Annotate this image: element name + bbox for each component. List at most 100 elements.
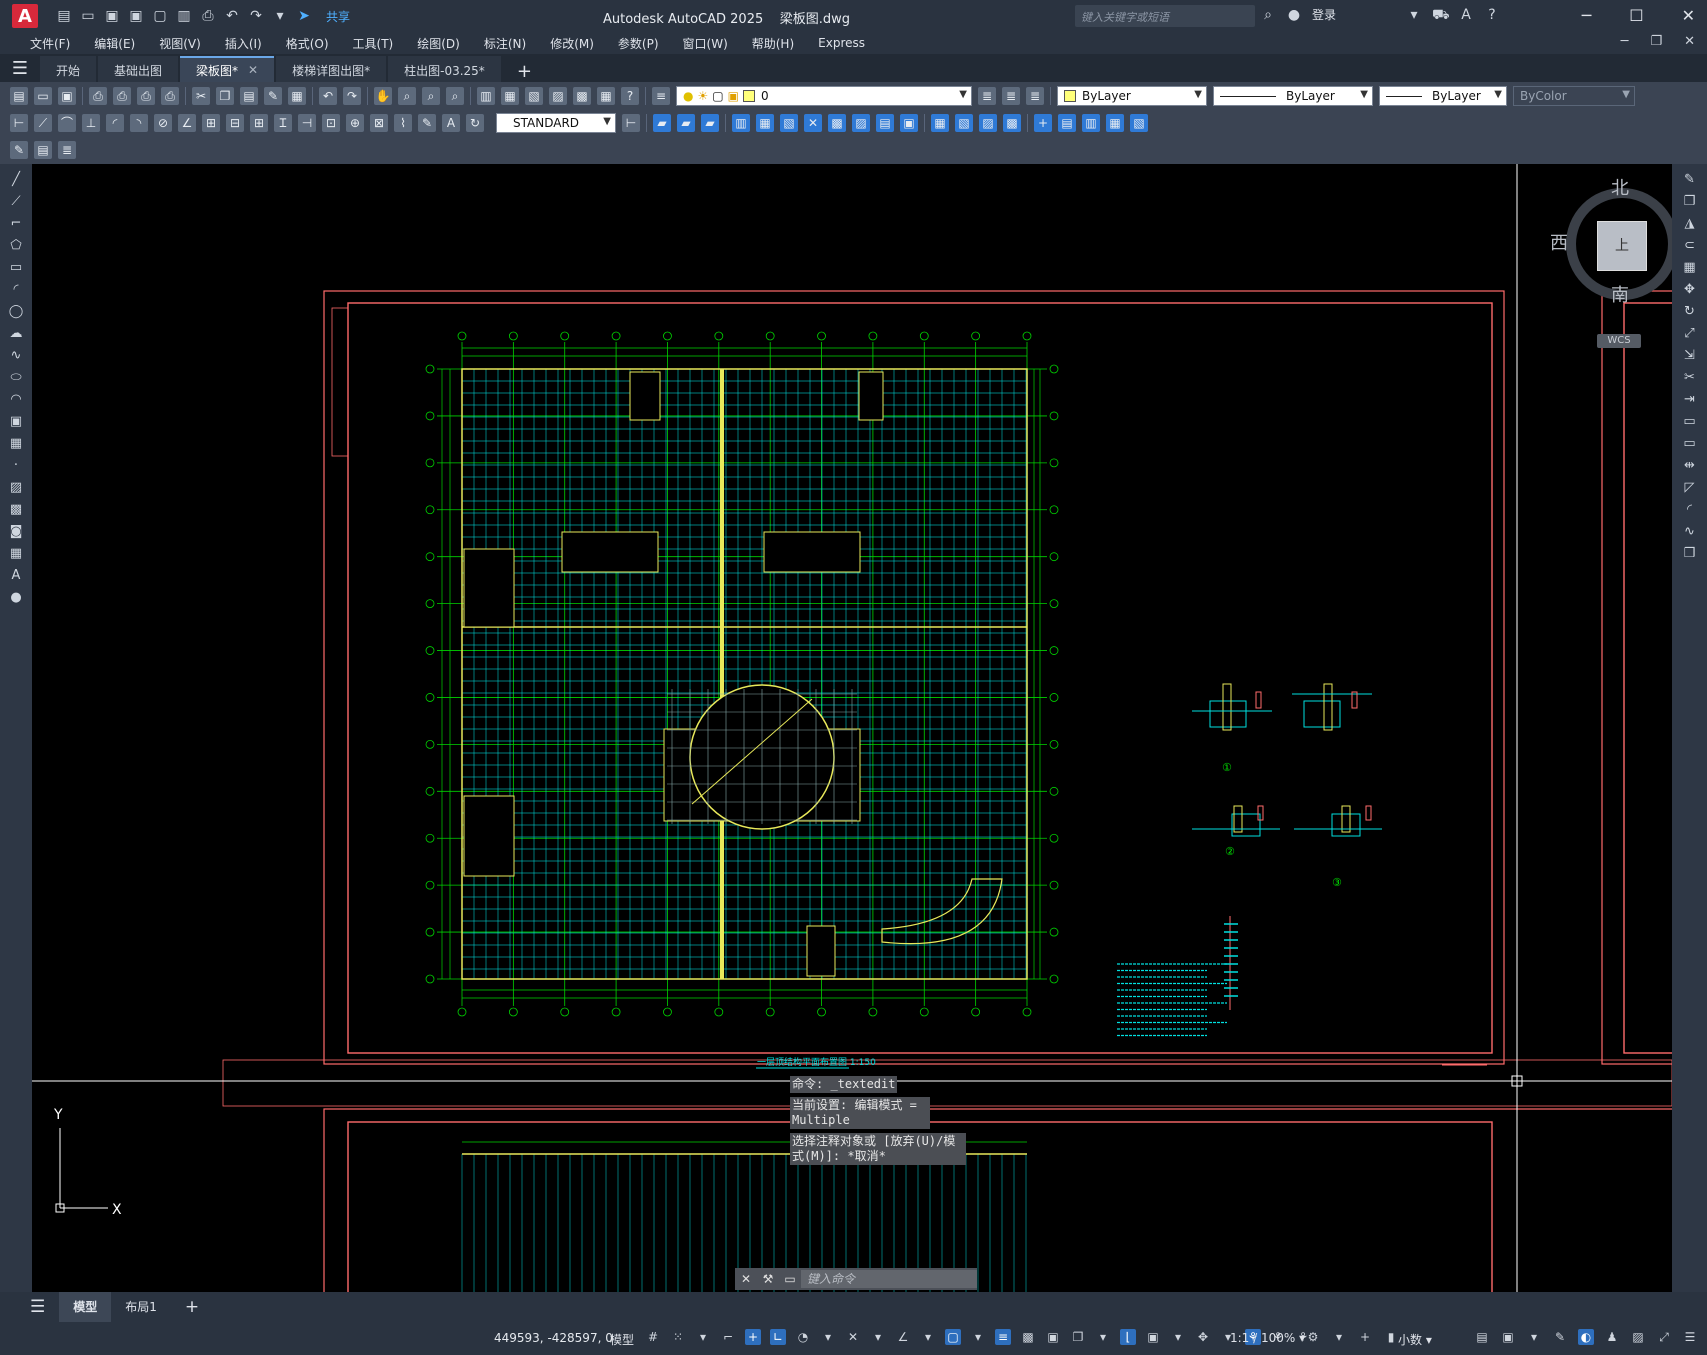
add-selected-icon[interactable]: +	[1034, 114, 1052, 132]
isolate-objects-icon[interactable]: ✎	[1552, 1329, 1568, 1345]
group-icon[interactable]: ▩	[828, 114, 846, 132]
cut-icon[interactable]: ✂	[192, 87, 210, 105]
menu-insert[interactable]: 插入(I)	[213, 35, 274, 52]
menu-dimension[interactable]: 标注(N)	[472, 35, 538, 52]
chevron-down-icon[interactable]: ▾	[970, 1329, 986, 1345]
diameter-dim-icon[interactable]: ⊘	[154, 114, 172, 132]
revision-cloud-icon[interactable]: ☁	[8, 326, 24, 342]
block-attribute-icon[interactable]: ▤	[34, 141, 52, 159]
ortho-icon[interactable]: ∟	[770, 1329, 786, 1345]
close-icon[interactable]: ✕	[735, 1272, 757, 1286]
viewcube[interactable]: 上 北 南 西 东	[1550, 174, 1672, 346]
chevron-down-icon[interactable]: ▾	[1170, 1329, 1186, 1345]
mirror-icon[interactable]: ◮	[1682, 216, 1698, 232]
make-block-icon[interactable]: ▦	[8, 436, 24, 452]
share-button[interactable]: 共享	[326, 8, 350, 25]
break-icon[interactable]: ▭	[1682, 436, 1698, 452]
break-at-point-icon[interactable]: ▭	[1682, 414, 1698, 430]
dimstyle-manager-icon[interactable]: ⊢	[622, 114, 640, 132]
save-icon[interactable]: ▣	[58, 87, 76, 105]
infer-constraints-icon[interactable]: ⌐	[720, 1329, 736, 1345]
ellipse-arc-icon[interactable]: ◠	[8, 392, 24, 408]
menu-view[interactable]: 视图(V)	[147, 35, 213, 52]
customization-icon[interactable]: ☰	[1682, 1329, 1698, 1345]
command-line[interactable]: ✕ ⚒ ▭ 键入命令	[735, 1268, 977, 1290]
save-as-icon[interactable]: ▣	[128, 8, 144, 24]
copy-icon[interactable]: ❐	[216, 87, 234, 105]
measure-icon[interactable]: ▦	[1106, 114, 1124, 132]
undo-icon[interactable]: ↶	[224, 8, 240, 24]
quick-dim-icon[interactable]: ⊞	[202, 114, 220, 132]
inspect-icon[interactable]: ⊠	[370, 114, 388, 132]
close-icon[interactable]: ✕	[1682, 6, 1695, 25]
design-center-icon[interactable]: ▦	[501, 87, 519, 105]
login-button[interactable]: 登录	[1312, 6, 1336, 23]
space-dim-icon[interactable]: Ɪ	[274, 114, 292, 132]
radius-dim-icon[interactable]: ◜	[106, 114, 124, 132]
snap-icon[interactable]: ⁙	[670, 1329, 686, 1345]
open-icon[interactable]: ▭	[34, 87, 52, 105]
tab-foundation[interactable]: 基础出图	[98, 56, 179, 82]
tolerance-icon[interactable]: ⊡	[322, 114, 340, 132]
chevron-down-icon[interactable]: ▾	[1526, 1329, 1542, 1345]
redo-icon[interactable]: ↷	[248, 8, 264, 24]
add-selected-icon[interactable]: ●	[8, 590, 24, 606]
tab-column[interactable]: 柱出图-03.25*	[388, 56, 501, 82]
point-icon[interactable]: ·	[8, 458, 24, 474]
zoom-window-icon[interactable]: ⌕	[422, 87, 440, 105]
hardware-acceleration-icon[interactable]: ♟	[1604, 1329, 1620, 1345]
arc-length-icon[interactable]: ⌒	[58, 114, 76, 132]
publish-icon[interactable]: ⎙	[137, 87, 155, 105]
wcs-menu[interactable]: WCS	[1597, 334, 1641, 348]
clean-screen-icon[interactable]: ▨	[1630, 1329, 1646, 1345]
autodesk-app-icon[interactable]: A	[1458, 7, 1474, 23]
object-snap-icon[interactable]: ▢	[945, 1329, 961, 1345]
baseline-dim-icon[interactable]: ⊟	[226, 114, 244, 132]
linetype-dropdown[interactable]: ByLayer ▼	[1213, 86, 1373, 106]
new-file-icon[interactable]: ▤	[56, 8, 72, 24]
move-icon[interactable]: ✥	[1682, 282, 1698, 298]
compass-south[interactable]: 南	[1611, 281, 1629, 307]
tab-model[interactable]: 模型	[59, 1292, 112, 1322]
drawing-canvas[interactable]: 一层顶结构平面布置图 1:150 ① ② ③ Y X 上 北 南 西 WCS 命…	[32, 164, 1672, 1292]
block-editor-icon[interactable]: ▦	[288, 87, 306, 105]
join-icon[interactable]: ⇹	[1682, 458, 1698, 474]
ordinate-dim-icon[interactable]: ⊥	[82, 114, 100, 132]
grid-icon[interactable]: #	[645, 1329, 661, 1345]
dynamic-ucs-icon[interactable]: ⌊	[1120, 1329, 1136, 1345]
delete-duplicates-icon[interactable]: ✕	[804, 114, 822, 132]
cart-icon[interactable]: ⛟	[1432, 7, 1450, 23]
continue-dim-icon[interactable]: ⊞	[250, 114, 268, 132]
menu-window[interactable]: 窗口(W)	[671, 35, 740, 52]
compass-north[interactable]: 北	[1611, 174, 1629, 200]
line-icon[interactable]: ╱	[8, 172, 24, 188]
dim-text-edit-icon[interactable]: A	[442, 114, 460, 132]
redo-icon[interactable]: ↷	[343, 87, 361, 105]
tab-close-icon[interactable]: ✕	[248, 63, 258, 77]
match-properties-icon[interactable]: ✎	[264, 87, 282, 105]
object-snap-tracking-icon[interactable]: ∠	[895, 1329, 911, 1345]
save-icon[interactable]: ▣	[104, 8, 120, 24]
command-input[interactable]: 键入命令	[801, 1270, 977, 1288]
menu-file[interactable]: 文件(F)	[18, 35, 82, 52]
jogged-linear-icon[interactable]: ⌇	[394, 114, 412, 132]
full-screen-icon[interactable]: ⤢	[1656, 1329, 1672, 1345]
customize-wrench-icon[interactable]: ⚒	[757, 1272, 779, 1286]
layout-menu-icon[interactable]: ☰	[16, 1292, 59, 1322]
plot-icon[interactable]: ⎙	[200, 8, 216, 24]
fillet-icon[interactable]: ◜	[1682, 502, 1698, 518]
break-dim-icon[interactable]: ⊣	[298, 114, 316, 132]
circle-icon[interactable]: ◯	[8, 304, 24, 320]
new-tab-icon[interactable]: +	[503, 61, 546, 82]
rotate-icon[interactable]: ↻	[1682, 304, 1698, 320]
model-space-toggle[interactable]: 模型	[610, 1331, 634, 1348]
help-icon[interactable]: ?	[621, 87, 639, 105]
calculator-icon[interactable]: ▦	[597, 87, 615, 105]
annotation-monitor-icon[interactable]: +	[1357, 1329, 1373, 1345]
isolate-icon[interactable]: ▤	[876, 114, 894, 132]
region-icon[interactable]: ▧	[955, 114, 973, 132]
lineweight-dropdown[interactable]: ByLayer ▼	[1379, 86, 1507, 106]
linear-dim-icon[interactable]: ⊢	[10, 114, 28, 132]
doc-minimize-icon[interactable]: ─	[1621, 34, 1629, 49]
annotation-scale[interactable]: 1:1 / 100% ▾	[1230, 1331, 1305, 1345]
